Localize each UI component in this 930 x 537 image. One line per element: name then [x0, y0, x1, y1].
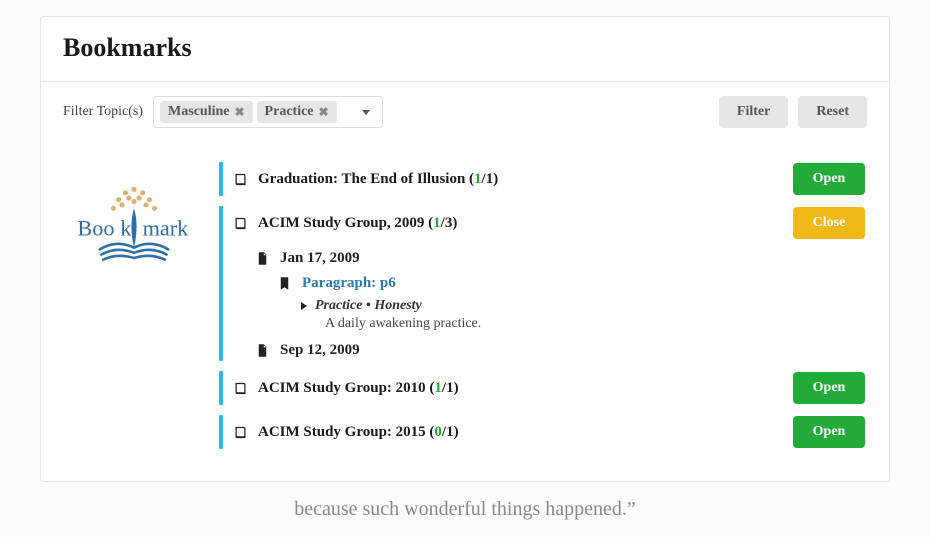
panel-header: Bookmarks: [41, 17, 889, 82]
group-title: ACIM Study Group: 2015 (0/1): [258, 424, 783, 441]
book-icon: [233, 172, 248, 187]
bookmark-group: ACIM Study Group: 2015 (0/1) Open: [219, 413, 865, 451]
book-icon: [233, 425, 248, 440]
reset-button[interactable]: Reset: [798, 96, 867, 128]
bookmark-logo: Boo mark k: [65, 160, 203, 457]
tag-label: Masculine: [168, 104, 229, 120]
date-entry[interactable]: Sep 12, 2009: [255, 338, 865, 363]
topic-tags: Practice • Honesty: [315, 298, 422, 314]
file-icon: [255, 251, 270, 266]
bookmark-group: ACIM Study Group: 2010 (1/1) Open: [219, 369, 865, 407]
remove-tag-icon[interactable]: ✖: [234, 105, 244, 120]
topic-filter-dropdown[interactable]: Masculine ✖ Practice ✖: [153, 96, 383, 128]
date-label: Jan 17, 2009: [280, 250, 360, 267]
bookmark-note: A daily awakening practice.: [255, 314, 865, 338]
bookmark-group: Graduation: The End of Illusion (1/1) Op…: [219, 160, 865, 198]
filter-label: Filter Topic(s): [63, 104, 143, 120]
group-title: ACIM Study Group: 2010 (1/1): [258, 380, 783, 397]
filter-button[interactable]: Filter: [719, 96, 788, 128]
caret-right-icon[interactable]: [301, 302, 307, 310]
file-icon: [255, 343, 270, 358]
tag-label: Practice: [265, 104, 314, 120]
date-label: Sep 12, 2009: [280, 342, 360, 359]
group-title: Graduation: The End of Illusion (1/1): [258, 171, 783, 188]
content-area: Boo mark k Graduation: The End of Illusi…: [41, 142, 889, 481]
filter-tag-masculine[interactable]: Masculine ✖: [160, 101, 253, 123]
background-text: because such wonderful things happened.”: [40, 482, 890, 527]
svg-text:mark: mark: [143, 216, 190, 241]
group-title: ACIM Study Group, 2009 (1/3): [258, 215, 783, 232]
open-button[interactable]: Open: [793, 163, 865, 195]
svg-text:k: k: [120, 216, 132, 241]
bookmark-icon: [277, 276, 292, 291]
close-button[interactable]: Close: [793, 207, 865, 239]
paragraph-link[interactable]: Paragraph: p6: [255, 271, 865, 294]
chevron-down-icon: [362, 110, 370, 115]
book-icon: [233, 216, 248, 231]
svg-text:Boo: Boo: [77, 216, 114, 241]
open-button[interactable]: Open: [793, 416, 865, 448]
bookmark-list: Graduation: The End of Illusion (1/1) Op…: [219, 160, 865, 457]
paragraph-label: Paragraph: p6: [302, 275, 396, 292]
bookmarks-panel: Bookmarks Filter Topic(s) Masculine ✖ Pr…: [40, 16, 890, 482]
filter-bar: Filter Topic(s) Masculine ✖ Practice ✖ F…: [41, 82, 889, 142]
date-entry[interactable]: Jan 17, 2009: [255, 246, 865, 271]
book-icon: [233, 381, 248, 396]
page-title: Bookmarks: [63, 33, 867, 63]
topics-row: Practice • Honesty: [255, 294, 865, 314]
group-children: Jan 17, 2009 Paragraph: p6 Practice • Ho…: [233, 246, 865, 363]
open-button[interactable]: Open: [793, 372, 865, 404]
filter-tag-practice[interactable]: Practice ✖: [257, 101, 337, 123]
bookmark-group: ACIM Study Group, 2009 (1/3) Close Jan 1…: [219, 204, 865, 363]
remove-tag-icon[interactable]: ✖: [319, 105, 329, 120]
